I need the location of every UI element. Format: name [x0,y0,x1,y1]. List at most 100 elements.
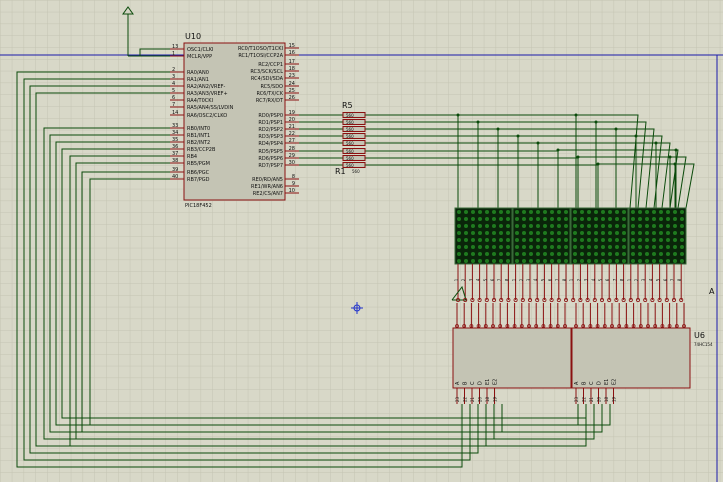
led-dot [601,252,605,256]
led-dot [601,210,605,214]
schematic-canvas[interactable]: U10PIC18F45213 OSC1/CLKI1 MCLR/VPP2 RA0/AN0… [0,0,723,482]
led-dot [680,245,684,249]
resistor-value: 560 [346,127,354,132]
matrix-pin-number: 1 [454,278,459,281]
led-dot [478,217,482,221]
mcu-pin-name: RC1/T1OSI/CCP2A [238,53,283,59]
led-dot [608,217,612,221]
pic-microcontroller[interactable]: U10 PIC18F452 13 OSC1/CLKI 1 MCLR/VPP 2 RA0/AN0… [170,32,299,209]
led-matrix-block[interactable] [628,207,687,265]
matrix-pin-number: 7 [670,278,675,281]
led-dot [638,210,642,214]
led-dot [587,231,591,235]
led-dot [557,217,561,221]
led-dot [622,217,626,221]
led-matrix-block[interactable] [512,207,571,265]
mcu-pin-number: 23 [289,73,295,79]
decoder-input-number: 22 [463,396,468,402]
led-dot [499,210,503,214]
decoder-body[interactable] [571,327,691,389]
led-dot [492,217,496,221]
led-dot [478,245,482,249]
matrix-pin-number: 2 [576,278,581,281]
led-dot [506,245,510,249]
mcu-pin-name: RD3/PSP3 [258,134,283,140]
led-dot [464,210,468,214]
matrix-pin-number: 8 [562,278,567,281]
led-dot [506,224,510,228]
led-dot [536,252,540,256]
led-dot [573,238,577,242]
led-dot [550,224,554,228]
mcu-pin-number: 25 [289,88,295,94]
led-dot [587,259,591,263]
led-dot [594,245,598,249]
led-dot [506,231,510,235]
mcu-pin-number: 7 [172,102,175,108]
led-dot [573,245,577,249]
led-dot [464,238,468,242]
led-dot [608,224,612,228]
led-dot [529,224,533,228]
decoder-input-label: A [574,381,580,385]
led-dot [564,238,568,242]
mcu-pin-number: 33 [172,123,178,129]
decoder-input-label: D [478,381,484,385]
led-dot [550,252,554,256]
mcu-pin-name: RB1/INT1 [187,133,210,139]
led-matrix-block[interactable] [570,207,629,265]
led-dot [615,245,619,249]
led-dot [673,245,677,249]
mcu-pin-name: RC2/CCP1 [258,62,283,68]
led-dot [499,224,503,228]
led-dot [608,231,612,235]
decoder-input-label: E1 [604,379,610,385]
led-dot [543,259,547,263]
led-dot [557,245,561,249]
led-dot [594,238,598,242]
matrix-pin-number: 8 [504,278,509,281]
matrix-pin-number: 8 [677,278,682,281]
mcu-pin-name: RD7/PSP7 [258,163,283,169]
led-dot [622,245,626,249]
led-dot [666,259,670,263]
led-dot [506,238,510,242]
mcu-pin-number: 15 [289,43,295,49]
led-dot [652,245,656,249]
led-dot [645,259,649,263]
led-dot [557,210,561,214]
mcu-pin-number: 26 [289,95,295,101]
led-dot [522,231,526,235]
led-dot [506,259,510,263]
decoder-input-label: E1 [485,379,491,385]
led-dot [564,245,568,249]
led-dot [659,231,663,235]
matrix-pin-number: 3 [641,278,646,281]
led-dot [536,259,540,263]
led-dot [652,224,656,228]
decoder-input-number: 22 [582,396,587,402]
led-dot [638,217,642,221]
led-dot [666,210,670,214]
led-dot [499,217,503,221]
led-dot [515,259,519,263]
wire-junction [476,120,480,124]
mcu-pin-number: 14 [172,110,178,116]
led-dot [652,231,656,235]
led-dot [573,252,577,256]
mcu-pin-name: RA6/OSC2/CLKO [187,113,227,119]
mcu-pin-name: RC7/RX/DT [256,98,284,104]
led-matrix-block[interactable] [454,207,513,265]
mcu-pin-number: 21 [289,124,295,130]
led-dot [557,224,561,228]
led-dot [580,245,584,249]
led-dot [515,238,519,242]
led-dot [485,224,489,228]
decoder-input-number: 20 [597,396,602,402]
decoder-body[interactable] [452,327,572,389]
led-dot [478,252,482,256]
led-dot [631,238,635,242]
resistor-value: 560 [346,141,354,146]
led-dot [608,252,612,256]
led-dot [522,238,526,242]
